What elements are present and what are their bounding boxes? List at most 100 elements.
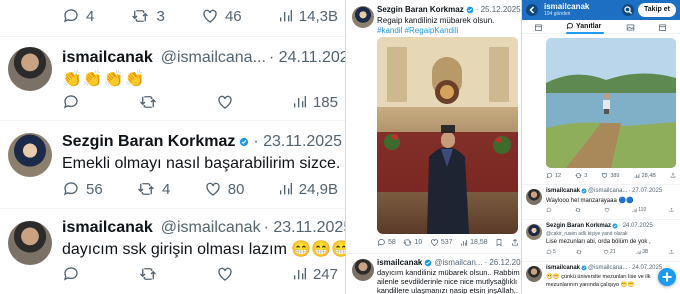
reply-icon[interactable] — [62, 93, 80, 111]
tweet[interactable]: Sezgin Baran Korkmaz · 24.07.2025 @cakir… — [522, 220, 680, 261]
author-name[interactable]: ismailcanak — [62, 49, 153, 67]
tweet-date[interactable]: · 24.11.2025 — [269, 49, 345, 67]
views-icon — [461, 239, 468, 246]
views-button[interactable]: 24,9B — [278, 181, 338, 198]
reply-count: 56 — [86, 180, 103, 198]
like-button[interactable]: 21 — [603, 249, 616, 255]
tweet[interactable]: ismailcanak @ismailcana... · 27.07.2025 … — [522, 185, 680, 219]
tweet-date[interactable]: · 23.11.2025 — [264, 219, 345, 237]
reply-icon[interactable] — [62, 265, 80, 283]
avatar[interactable] — [8, 47, 52, 91]
author-name[interactable]: ismailcanak — [62, 219, 153, 237]
arrow-left-icon — [529, 6, 535, 14]
author-name[interactable]: Sezgin Baran Korkmaz — [546, 223, 611, 229]
like-count: 537 — [440, 239, 453, 246]
heart-icon[interactable] — [216, 93, 234, 111]
views-button[interactable]: 110 — [632, 207, 646, 213]
views-button[interactable]: 185 — [292, 94, 338, 111]
share-icon[interactable] — [670, 172, 676, 179]
profile-name: ismailcanak — [544, 2, 590, 11]
post-date[interactable]: · 25.12.2025 — [476, 5, 521, 14]
reply-button[interactable]: 5 — [546, 249, 556, 255]
views-count: 3B — [642, 249, 649, 255]
top-tweet-actions: 4 3 46 14,3B — [62, 6, 338, 26]
like-button[interactable]: 80 — [204, 180, 244, 198]
image-icon[interactable] — [626, 23, 635, 32]
post-hashtags[interactable]: #kandil #RegaipKandili — [377, 26, 458, 35]
views-button[interactable]: 247 — [292, 266, 338, 283]
compose-button[interactable] — [658, 268, 676, 286]
tweet-date[interactable]: · 23.11.2025 — [253, 133, 342, 151]
like-button[interactable]: 389 — [601, 172, 620, 179]
author-handle[interactable]: @ismailcan... — [434, 258, 482, 267]
tweet[interactable]: ismailcanak @ismailcanak · 23.11.2025 da… — [0, 209, 345, 294]
post-photo[interactable] — [546, 38, 676, 168]
reply-button[interactable]: 58 — [377, 238, 396, 247]
author-name[interactable]: Sezgin Baran Korkmaz — [377, 5, 464, 14]
avatar[interactable] — [526, 189, 542, 205]
author-name[interactable]: ismailcanak — [546, 265, 580, 271]
heart-icon[interactable] — [604, 207, 610, 213]
back-button[interactable] — [526, 4, 538, 16]
views-button[interactable]: 3B — [636, 249, 648, 255]
retweet-button[interactable]: 3 — [575, 172, 587, 179]
retweet-button[interactable]: 4 — [136, 180, 170, 198]
like-count: 21 — [610, 249, 616, 255]
views-count: 28,4B — [641, 172, 656, 179]
author-name[interactable]: ismailcanak — [546, 188, 580, 194]
bookmark-icon[interactable] — [495, 238, 503, 247]
avatar[interactable] — [352, 6, 374, 28]
reply-tweet[interactable]: ismailcanak @ismailcan... · 26.12.2025 d… — [346, 254, 521, 294]
views-button[interactable]: 28,4B — [634, 173, 656, 179]
retweet-button[interactable]: 3 — [130, 7, 165, 25]
post[interactable]: Sezgin Baran Korkmaz · 25.12.2025 Regaip… — [346, 0, 521, 254]
avatar[interactable] — [526, 266, 542, 282]
reply-button[interactable]: 4 — [62, 7, 94, 25]
avatar[interactable] — [8, 133, 52, 177]
tweet-date[interactable]: · 27.07.2025 — [628, 188, 662, 194]
views-button[interactable]: 18,58 — [460, 239, 488, 247]
tweet[interactable]: ismailcanak @ismailcana... · 24.07.2025 … — [522, 262, 680, 294]
reply-mention[interactable]: @cakir_rusen adlı kişiye yanıt olarak — [546, 231, 628, 237]
tweet[interactable]: ismailcanak @ismailcana... · 24.11.2025 … — [0, 37, 345, 119]
author-handle[interactable]: @ismailcana... — [161, 49, 266, 67]
author-handle[interactable]: @ismailcana... — [588, 188, 627, 194]
avatar[interactable] — [8, 221, 52, 265]
post-photo-image — [546, 38, 676, 168]
retweet-icon[interactable] — [138, 265, 158, 283]
verified-badge-icon — [240, 137, 249, 147]
retweet-icon[interactable] — [138, 93, 158, 111]
retweet-icon[interactable] — [576, 249, 583, 255]
tweet-text: Lise mezunları abi, orda bölüm de yok , — [546, 239, 651, 245]
avatar[interactable] — [352, 259, 374, 281]
like-button[interactable]: 46 — [201, 7, 242, 25]
share-icon[interactable] — [511, 238, 519, 247]
author-handle[interactable]: @ismailcana... — [588, 265, 627, 271]
reply-text-line: kandillere ulaşmanızı nasip etsin inşAll… — [377, 286, 518, 294]
follow-button[interactable]: Takip et — [638, 3, 676, 17]
post-photo[interactable] — [377, 37, 518, 234]
share-icon[interactable] — [669, 249, 674, 255]
calendar-icon[interactable] — [658, 23, 667, 32]
tab-replies[interactable]: Yanıtlar — [566, 22, 601, 30]
author-handle[interactable]: @ismailcanak — [161, 219, 261, 237]
search-button[interactable] — [622, 4, 634, 16]
heart-icon[interactable] — [216, 265, 234, 283]
tweet-date[interactable]: · 24.07.2025 — [619, 223, 653, 229]
reply-button[interactable]: 56 — [62, 180, 103, 198]
author-name[interactable]: Sezgin Baran Korkmaz — [62, 133, 235, 151]
reply-icon[interactable] — [546, 207, 552, 213]
calendar-icon[interactable] — [534, 23, 543, 32]
middle-post-panel: Sezgin Baran Korkmaz · 25.12.2025 Regaip… — [345, 0, 521, 294]
avatar[interactable] — [526, 224, 542, 240]
retweet-icon[interactable] — [575, 207, 581, 213]
reply-date[interactable]: · 26.12.2025 — [485, 258, 521, 267]
views-button[interactable]: 14,3B — [278, 8, 338, 25]
like-button[interactable]: 537 — [430, 238, 453, 247]
share-icon[interactable] — [669, 207, 674, 213]
reply-button[interactable]: 12 — [546, 172, 561, 179]
author-name[interactable]: ismailcanak — [377, 258, 422, 267]
heart-icon — [603, 249, 609, 255]
tweet[interactable]: Sezgin Baran Korkmaz · 23.11.2025 Emekli… — [0, 121, 345, 207]
retweet-button[interactable]: 10 — [403, 238, 422, 247]
